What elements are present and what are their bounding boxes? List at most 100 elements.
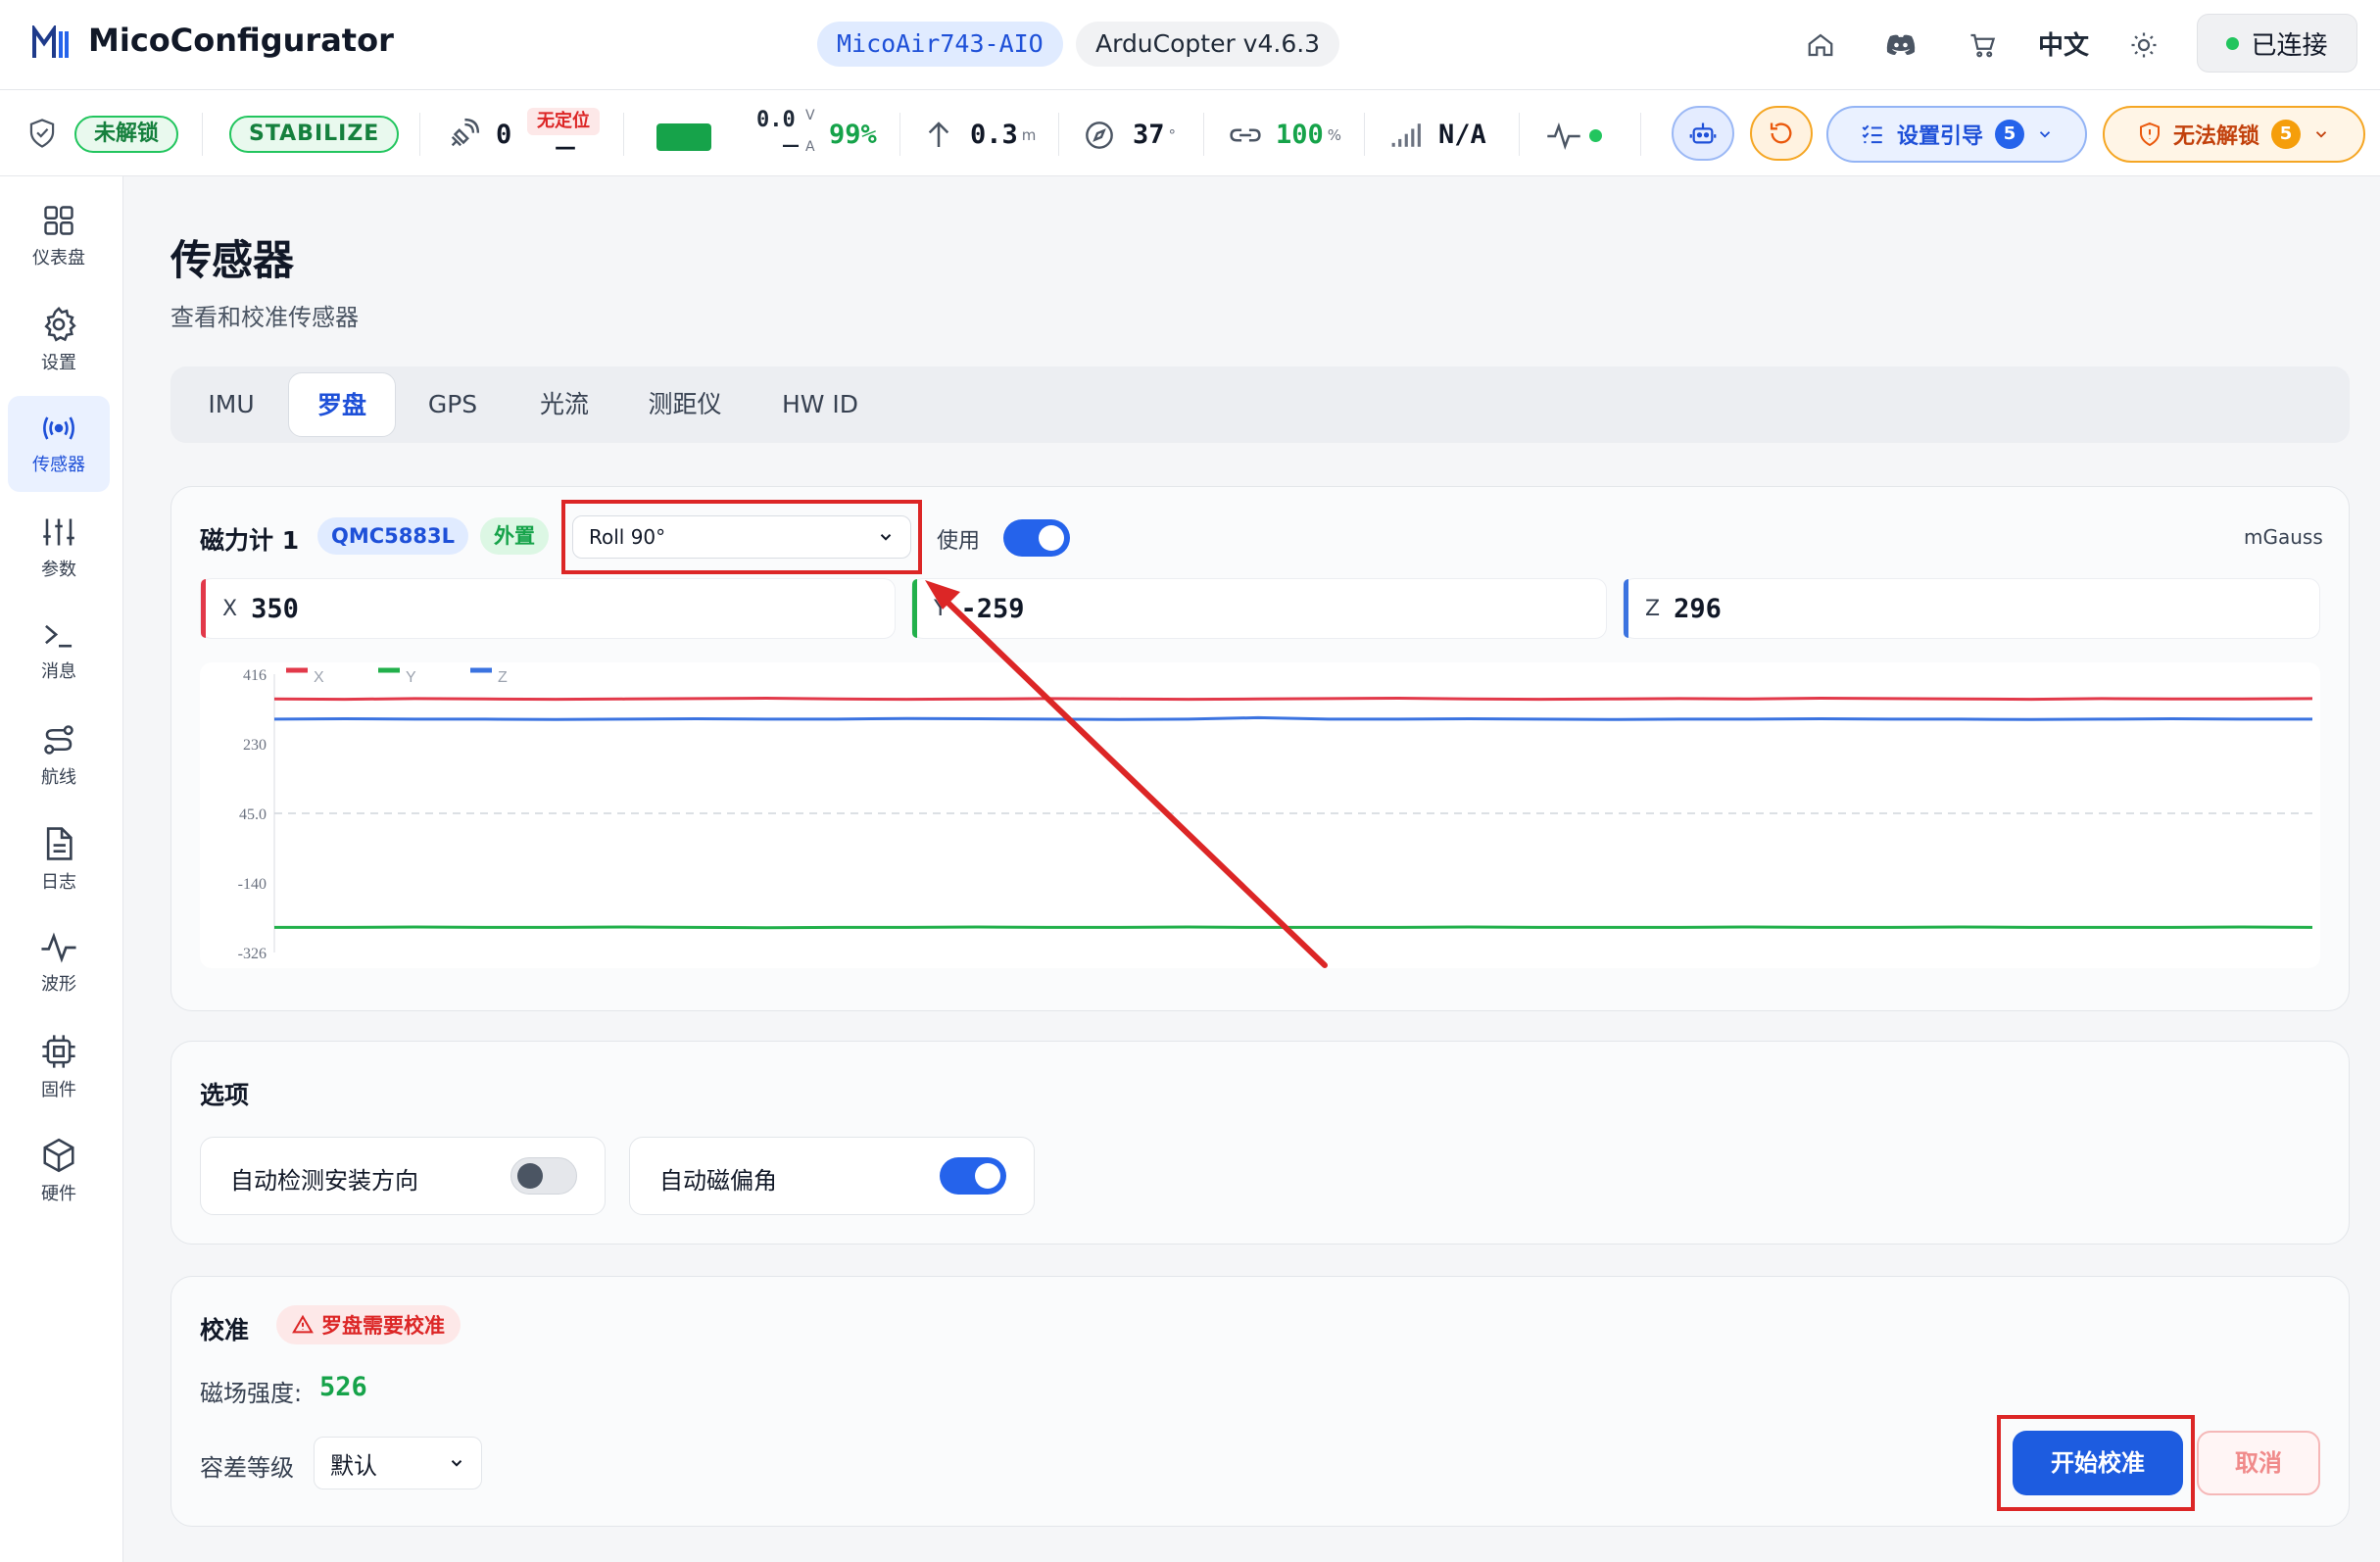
board-badge: MicoAir743-AIO	[817, 22, 1063, 67]
robot-button[interactable]	[1672, 106, 1734, 161]
battery-icon	[656, 123, 711, 151]
shield-alert-icon	[2139, 122, 2160, 147]
field-strength-value: 526	[319, 1372, 367, 1402]
language-switch[interactable]: 中文	[2038, 25, 2089, 62]
use-toggle[interactable]	[1003, 519, 1070, 557]
axis-z-letter: Z	[1645, 596, 1661, 621]
chevron-down-icon	[451, 1460, 462, 1467]
y-tick-label: 45.0	[239, 806, 267, 823]
auto-orientation-toggle[interactable]	[510, 1157, 577, 1195]
auto-declination-option: 自动磁偏角	[629, 1137, 1035, 1215]
route-icon	[44, 725, 73, 755]
sidebar-item-label: 消息	[41, 661, 76, 682]
axis-x-readout: X 350	[200, 578, 896, 639]
y-tick-label: -140	[238, 876, 267, 893]
sidebar-item-settings[interactable]: 设置	[8, 292, 110, 388]
tab-compass[interactable]: 罗盘	[288, 372, 396, 437]
tolerance-select[interactable]: 默认	[314, 1437, 482, 1489]
field-strength-label: 磁场强度:	[200, 1380, 303, 1407]
axis-y-letter: Y	[934, 596, 947, 621]
setup-guide-label: 设置引导	[1896, 124, 1983, 149]
sidebar-item-params[interactable]: 参数	[8, 500, 110, 596]
auto-declination-toggle[interactable]	[940, 1157, 1006, 1195]
altitude-value: 0.3	[970, 120, 1018, 150]
voltage-value: 0.0	[756, 108, 796, 132]
heartbeat-dot-icon	[1589, 129, 1602, 142]
sidebar-item-logs[interactable]: 日志	[8, 811, 110, 907]
arm-state-badge: 未解锁	[74, 116, 179, 153]
sidebar-item-label: 仪表盘	[32, 248, 85, 268]
home-icon[interactable]	[1801, 25, 1840, 65]
chevron-down-icon	[2039, 131, 2051, 138]
chip-icon	[42, 1035, 75, 1068]
altitude-unit: m	[1021, 125, 1037, 144]
sidebar-item-label: 波形	[41, 974, 76, 995]
y-tick-label: -326	[238, 946, 267, 962]
current-value: —	[782, 135, 800, 156]
sidebar-item-dashboard[interactable]: 仪表盘	[8, 188, 110, 284]
tab-hw-id[interactable]: HW ID	[754, 372, 886, 437]
link-icon	[1229, 122, 1262, 149]
tab-rangefinder[interactable]: 测距仪	[621, 372, 749, 437]
arm-check-button[interactable]: 无法解锁 5	[2103, 106, 2365, 163]
tab-imu[interactable]: IMU	[180, 372, 282, 437]
sidebar-item-messages[interactable]: 消息	[8, 604, 110, 700]
external-badge: 外置	[480, 517, 549, 555]
setup-guide-button[interactable]: 设置引导 5	[1826, 106, 2087, 163]
axis-x-letter: X	[222, 596, 238, 621]
sidebar-item-label: 参数	[41, 560, 76, 580]
satellite-count: 0	[496, 120, 512, 150]
heartbeat-icon	[1546, 122, 1581, 151]
auto-orientation-option: 自动检测安装方向	[200, 1137, 606, 1215]
sidebar-item-waveform[interactable]: 波形	[8, 915, 110, 1011]
heading-value: 37	[1133, 120, 1165, 150]
sidebar-item-sensors[interactable]: 传感器	[8, 396, 110, 492]
sidebar-item-label: 硬件	[41, 1184, 76, 1204]
axis-z-value: 296	[1674, 593, 1722, 624]
reboot-button[interactable]	[1750, 106, 1813, 161]
magnetometer-chart-svg: 416 230 45.0 -140 -326 X Y Z	[238, 667, 2313, 962]
calibration-warning-text: 罗盘需要校准	[321, 1314, 445, 1338]
legend-label: Z	[498, 669, 508, 686]
series-line-y	[274, 925, 2313, 930]
altitude-arrow-icon	[925, 120, 952, 151]
magnetometer-chart: 416 230 45.0 -140 -326 X Y Z	[200, 662, 2320, 968]
broadcast-icon	[43, 416, 74, 440]
grid-icon	[44, 206, 73, 235]
cart-icon[interactable]	[1964, 25, 2003, 65]
gps-fix-sub: —	[555, 135, 576, 160]
highlight-box-orientation	[561, 500, 922, 574]
sidebar-item-label: 传感器	[32, 455, 85, 475]
tab-gps[interactable]: GPS	[402, 372, 504, 437]
units-label: mGauss	[2244, 525, 2323, 549]
app-logo-icon	[32, 25, 69, 58]
tab-optical-flow[interactable]: 光流	[513, 372, 615, 437]
sun-icon[interactable]	[2124, 25, 2163, 65]
highlight-box-start-calibration	[1997, 1415, 2195, 1511]
flight-mode-badge[interactable]: STABILIZE	[229, 116, 400, 153]
sidebar-item-hardware[interactable]: 硬件	[8, 1123, 110, 1219]
series-line-x	[273, 696, 2313, 702]
sidebar-item-mission[interactable]: 航线	[8, 708, 110, 804]
voltage-unit: V	[805, 108, 815, 123]
chevron-down-icon	[2315, 131, 2327, 138]
sidebar-item-firmware[interactable]: 固件	[8, 1019, 110, 1115]
waveform-icon	[41, 932, 76, 963]
discord-icon[interactable]	[1881, 25, 1920, 65]
signal-bars-icon	[1389, 122, 1423, 149]
sidebar-item-label: 设置	[41, 353, 76, 373]
axis-x-value: 350	[251, 593, 299, 624]
refresh-icon	[1770, 122, 1792, 144]
cancel-calibration-button[interactable]: 取消	[2197, 1431, 2320, 1495]
file-icon	[46, 827, 73, 860]
calibration-warning-badge: 罗盘需要校准	[276, 1305, 461, 1344]
terminal-icon	[45, 624, 73, 648]
connected-dot-icon	[2226, 36, 2240, 50]
use-label: 使用	[937, 529, 981, 554]
compass-icon	[1084, 120, 1115, 151]
link-quality-unit: %	[1327, 125, 1342, 144]
calibration-title: 校准	[200, 1316, 250, 1344]
options-title: 选项	[200, 1081, 250, 1109]
connection-button[interactable]: 已连接	[2197, 14, 2357, 73]
arm-check-count: 5	[2271, 120, 2301, 149]
